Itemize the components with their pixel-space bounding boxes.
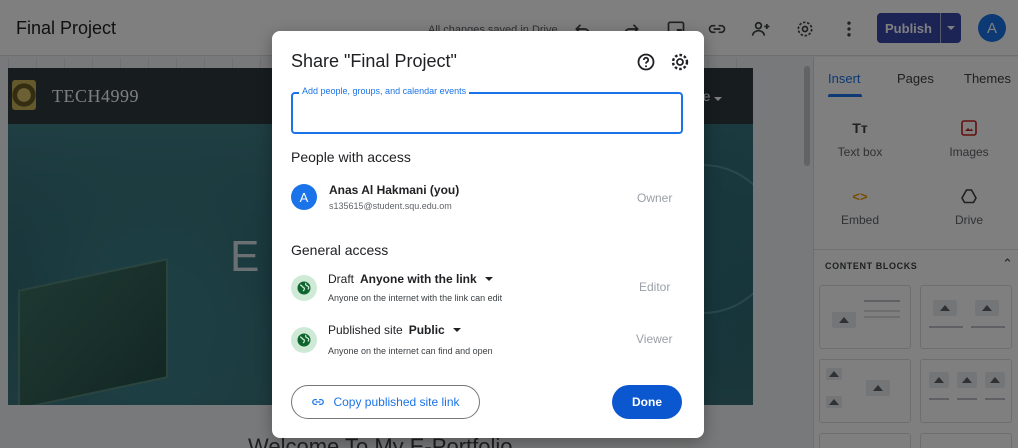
- published-label: Published site: [328, 323, 403, 337]
- share-dialog: Share "Final Project" Add people, groups…: [272, 31, 704, 438]
- owner-role: Owner: [637, 191, 673, 205]
- globe-icon: [291, 327, 317, 353]
- add-people-input[interactable]: [301, 108, 671, 126]
- draft-label: Draft: [328, 272, 355, 286]
- draft-access-value: Anyone with the link: [360, 272, 477, 286]
- globe-icon: [291, 275, 317, 301]
- people-with-access-heading: People with access: [291, 149, 411, 165]
- published-access-dropdown[interactable]: Public: [409, 323, 461, 337]
- gear-icon[interactable]: [669, 51, 691, 73]
- published-access-row: Published site Public: [328, 323, 461, 337]
- draft-role: Editor: [639, 280, 671, 294]
- draft-access-dropdown[interactable]: Anyone with the link: [360, 272, 493, 286]
- copy-published-link-button[interactable]: Copy published site link: [291, 385, 480, 419]
- general-access-heading: General access: [291, 242, 389, 258]
- published-role: Viewer: [636, 332, 673, 346]
- draft-access-row: Draft Anyone with the link: [328, 272, 493, 286]
- add-people-field[interactable]: Add people, groups, and calendar events: [291, 86, 683, 134]
- caret-down-icon: [452, 328, 461, 332]
- done-button[interactable]: Done: [612, 385, 682, 419]
- owner-name: Anas Al Hakmani (you): [329, 183, 460, 197]
- owner-email: s135615@student.squ.edu.om: [329, 201, 452, 211]
- copy-link-label: Copy published site link: [333, 395, 460, 409]
- add-people-label: Add people, groups, and calendar events: [299, 86, 470, 96]
- help-icon[interactable]: [635, 51, 657, 73]
- dialog-title: Share "Final Project": [291, 51, 457, 71]
- published-access-value: Public: [408, 323, 445, 337]
- caret-down-icon: [484, 277, 493, 281]
- published-description: Anyone on the internet can find and open: [328, 346, 493, 356]
- link-icon: [312, 399, 325, 405]
- draft-description: Anyone on the internet with the link can…: [328, 293, 503, 303]
- avatar: A: [291, 184, 317, 210]
